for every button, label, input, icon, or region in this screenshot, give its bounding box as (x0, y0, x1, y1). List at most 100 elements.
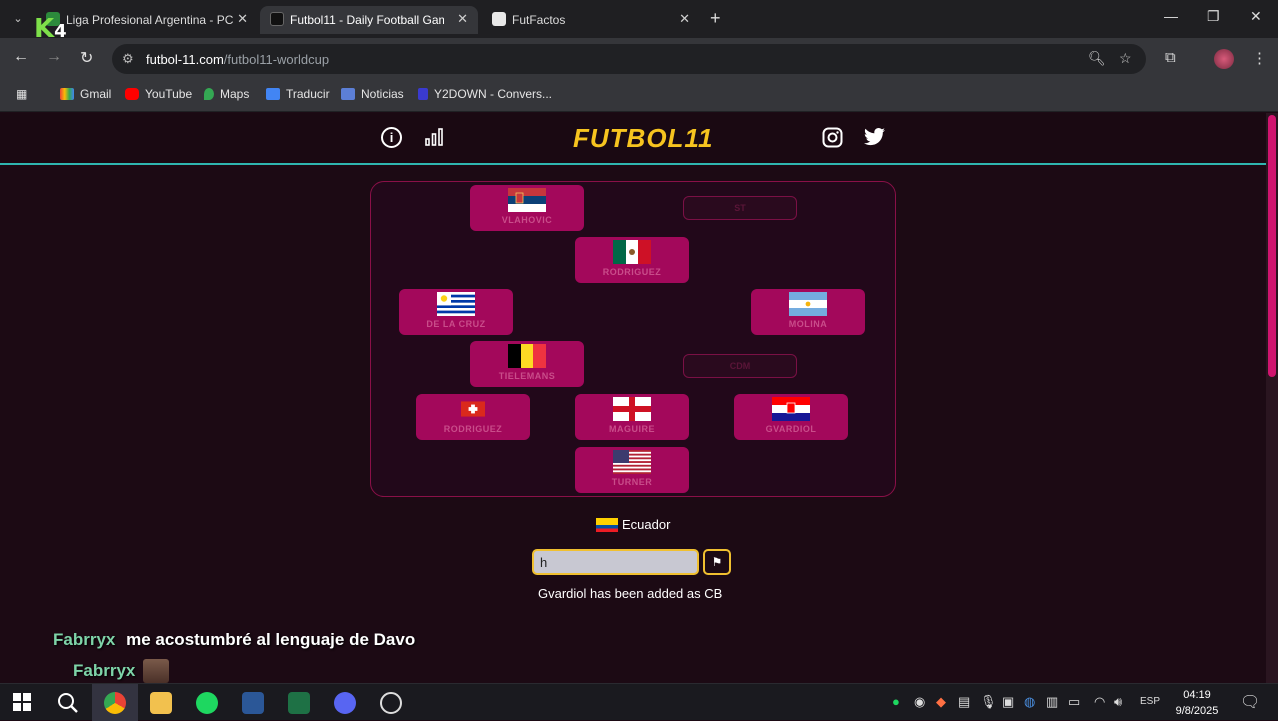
forward-icon[interactable]: → (46, 48, 62, 66)
tray-spotify-icon[interactable]: ● (892, 694, 900, 709)
tab-search-icon[interactable]: ⌄ (8, 9, 28, 29)
current-country: Ecuador (596, 517, 670, 532)
tab-futbol11[interactable]: Futbol11 - Daily Football Game ✕ (260, 6, 478, 34)
tray-app-icon[interactable]: ▤ (958, 694, 970, 710)
url-text: futbol-11.com/futbol11-worldcup (146, 52, 330, 67)
mexico-flag-icon (613, 240, 651, 264)
player-card-molina[interactable]: MOLINA (751, 289, 865, 335)
twitter-icon[interactable] (864, 127, 886, 153)
site-header: i FUTBOL11 (0, 113, 1266, 165)
futfactos-favicon-icon (492, 12, 506, 26)
youtube-icon (125, 88, 139, 100)
status-message: Gvardiol has been added as CB (538, 586, 723, 601)
browser-tab-bar: ⌄ Liga Profesional Argentina - PC ✕ Futb… (0, 0, 1278, 38)
formation-pitch: VLAHOVIC ST RODRIGUEZ DE LA CRUZ MOLINA … (370, 181, 896, 497)
search-icon[interactable] (57, 692, 79, 714)
scrollbar-thumb[interactable] (1268, 115, 1276, 377)
language-indicator[interactable]: ESP (1140, 696, 1160, 707)
england-flag-icon (613, 397, 651, 421)
futbol11-favicon-icon (270, 12, 284, 26)
wifi-icon[interactable]: ◠ (1094, 694, 1105, 710)
player-card-vlahovic[interactable]: VLAHOVIC (470, 185, 584, 231)
player-card-de-la-cruz[interactable]: DE LA CRUZ (399, 289, 513, 335)
chrome-icon (104, 692, 126, 714)
taskbar-chrome-active[interactable] (92, 684, 138, 721)
bookmark-youtube[interactable]: YouTube (125, 87, 192, 101)
tray-app-icon[interactable]: ◉ (914, 694, 925, 710)
close-tab-icon[interactable]: ✕ (679, 11, 690, 27)
empty-slot-st[interactable]: ST (683, 196, 797, 220)
word-icon[interactable] (242, 692, 264, 714)
bookmark-traducir[interactable]: Traducir (266, 87, 330, 101)
argentina-flag-icon (789, 292, 827, 316)
bookmark-maps[interactable]: Maps (204, 87, 249, 101)
bookmark-gmail[interactable]: Gmail (60, 87, 111, 101)
news-icon (341, 88, 355, 100)
extensions-icon[interactable]: ⧉ (1165, 49, 1176, 66)
chat-emote-icon (143, 659, 170, 683)
browser-toolbar: ← → ↻ ⚙ futbol-11.com/futbol11-worldcup … (0, 38, 1278, 80)
player-card-rodriguez-mex[interactable]: RODRIGUEZ (575, 237, 689, 283)
tab-title: FutFactos (512, 13, 566, 27)
player-guess-input[interactable] (532, 549, 699, 575)
discord-icon[interactable] (334, 692, 356, 714)
tray-app-icon[interactable]: ▣ (1002, 694, 1014, 710)
back-icon[interactable]: ← (13, 48, 29, 66)
uruguay-flag-icon (437, 292, 475, 316)
apps-grid-icon[interactable]: ▦ (16, 87, 27, 101)
page-scrollbar[interactable] (1266, 113, 1278, 683)
player-card-tielemans[interactable]: TIELEMANS (470, 341, 584, 387)
excel-icon[interactable] (288, 692, 310, 714)
info-icon[interactable]: i (381, 127, 402, 148)
bookmark-y2down[interactable]: Y2DOWN - Convers... (418, 87, 552, 101)
obs-icon[interactable] (380, 692, 402, 714)
player-card-gvardiol[interactable]: GVARDIOL (734, 394, 848, 440)
player-card-maguire[interactable]: MAGUIRE (575, 394, 689, 440)
croatia-flag-icon (772, 397, 810, 421)
stats-icon[interactable] (424, 127, 444, 153)
y2down-icon (418, 88, 428, 100)
tray-hp-icon[interactable]: ◍ (1024, 694, 1035, 710)
empty-slot-cdm[interactable]: CDM (683, 354, 797, 378)
browser-menu-icon[interactable]: ⋮ (1252, 49, 1267, 67)
tray-app-icon[interactable]: ◆ (936, 694, 946, 710)
restore-icon[interactable]: ❐ (1207, 8, 1220, 25)
battery-icon[interactable]: ▭ (1068, 694, 1080, 710)
bookmark-noticias[interactable]: Noticias (341, 87, 404, 101)
file-explorer-icon[interactable] (150, 692, 172, 714)
bookmark-star-icon[interactable]: ☆ (1119, 50, 1132, 67)
give-up-flag-button[interactable]: ⚑ (703, 549, 731, 575)
gmail-icon (60, 88, 74, 100)
futbol11-page: i FUTBOL11 VLAHOVIC ST RODRIGUEZ DE LA C… (0, 113, 1266, 683)
microphone-icon[interactable]: 🎙︎ (980, 694, 997, 710)
belgium-flag-icon (508, 344, 546, 368)
profile-avatar[interactable] (1214, 49, 1234, 69)
spotify-icon[interactable] (196, 692, 218, 714)
minimize-icon[interactable]: — (1164, 8, 1178, 24)
zoom-icon[interactable]: 🔍︎ (1088, 50, 1106, 67)
tab-futfactos[interactable]: FutFactos ✕ (482, 6, 700, 34)
windows-start-icon[interactable] (12, 692, 34, 714)
volume-icon[interactable]: 🔊︎ (1114, 694, 1122, 710)
address-bar[interactable]: ⚙ futbol-11.com/futbol11-worldcup 🔍︎ ☆ (112, 44, 1146, 74)
tab-liga-profesional[interactable]: Liga Profesional Argentina - PC ✕ (36, 6, 258, 34)
tab-title: Liga Profesional Argentina - PC (66, 13, 234, 27)
notifications-icon[interactable]: 🗨︎ (1240, 692, 1260, 712)
site-logo[interactable]: FUTBOL11 (573, 123, 713, 154)
ecuador-flag-icon (596, 517, 618, 532)
windows-taskbar: ● ◉ ◆ ▤ 🎙︎ ▣ ◍ ▥ ▭ ◠ 🔊︎ ESP 04:19 9/8/20… (0, 683, 1278, 721)
switzerland-flag-icon (461, 401, 485, 417)
close-tab-icon[interactable]: ✕ (237, 11, 248, 27)
site-info-icon[interactable]: ⚙ (122, 51, 134, 67)
player-card-rodriguez-sui[interactable]: RODRIGUEZ (416, 394, 530, 440)
maps-pin-icon (204, 88, 214, 100)
player-card-turner[interactable]: TURNER (575, 447, 689, 493)
tray-app-icon[interactable]: ▥ (1046, 694, 1058, 710)
new-tab-icon[interactable]: + (710, 8, 721, 29)
instagram-icon[interactable] (822, 127, 843, 154)
bookmarks-bar: ▦ Gmail YouTube Maps Traducir Noticias Y… (0, 80, 1278, 112)
system-clock[interactable]: 04:19 9/8/2025 (1168, 687, 1226, 719)
close-window-icon[interactable]: ✕ (1250, 8, 1262, 25)
reload-icon[interactable]: ↻ (80, 48, 93, 68)
close-tab-icon[interactable]: ✕ (457, 11, 468, 27)
